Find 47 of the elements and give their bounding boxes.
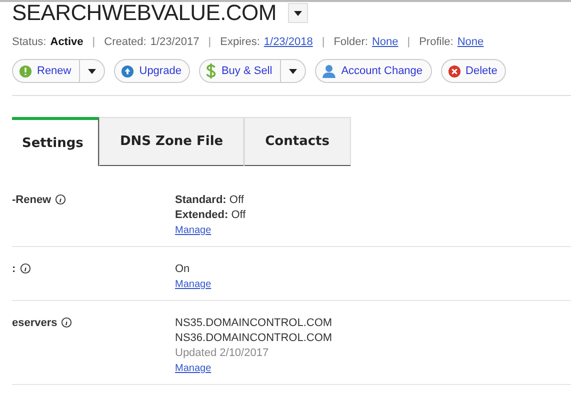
status-link[interactable]: None <box>372 36 398 48</box>
info-icon <box>55 194 66 205</box>
person-icon <box>322 64 336 78</box>
updated-date: Updated 2/10/2017 <box>175 347 270 359</box>
setting-label: : <box>12 263 16 275</box>
manage-link[interactable]: Manage <box>175 279 571 290</box>
setting-value: NS36.DOMAINCONTROL.COM <box>175 332 334 344</box>
tab[interactable]: DNS Zone File <box>99 117 244 166</box>
setting-value: Extended: Off <box>175 209 247 221</box>
domain-title: SEARCHWEBVALUE.COM <box>12 0 276 26</box>
separator: | <box>407 36 410 48</box>
status-value: Active <box>50 36 84 48</box>
tab[interactable]: Settings <box>12 117 99 166</box>
action-button[interactable]: Upgrade <box>115 60 190 82</box>
domain-dropdown-button[interactable] <box>288 3 308 23</box>
status-link[interactable]: None <box>457 36 484 48</box>
manage-link[interactable]: Manage <box>175 225 571 236</box>
caret-icon <box>289 68 298 74</box>
setting-value: Standard: Off <box>175 194 245 206</box>
caret-icon <box>88 68 96 74</box>
tab[interactable]: Contacts <box>244 117 350 166</box>
status-label: Profile: <box>419 36 454 48</box>
setting-value: On <box>175 263 191 275</box>
caret-icon <box>294 10 302 16</box>
dollar-icon <box>206 63 216 79</box>
info-icon <box>20 263 31 274</box>
action-button[interactable]: Account Change <box>316 60 431 82</box>
exclamation-circle-icon <box>19 64 32 78</box>
status-label: Status: <box>12 36 46 48</box>
status-link[interactable]: 1/23/2018 <box>264 36 313 48</box>
action-button[interactable]: Renew <box>13 60 80 82</box>
setting-label: -Renew <box>12 194 52 206</box>
status-label: Created: <box>104 36 146 48</box>
status-value: 1/23/2017 <box>150 36 200 48</box>
up-arrow-circle-icon <box>121 64 134 78</box>
close-circle-icon <box>448 64 461 78</box>
status-label: Expires: <box>220 36 260 48</box>
action-button[interactable]: Buy & Sell <box>200 60 280 82</box>
setting-value: NS35.DOMAINCONTROL.COM <box>175 317 334 329</box>
separator: | <box>322 36 325 48</box>
status-label: Folder: <box>334 36 368 48</box>
manage-link[interactable]: Manage <box>175 363 571 374</box>
info-icon <box>61 317 72 328</box>
separator: | <box>92 36 96 48</box>
setting-label: eservers <box>12 317 58 329</box>
separator: | <box>208 36 212 48</box>
action-button[interactable]: Delete <box>442 60 506 82</box>
